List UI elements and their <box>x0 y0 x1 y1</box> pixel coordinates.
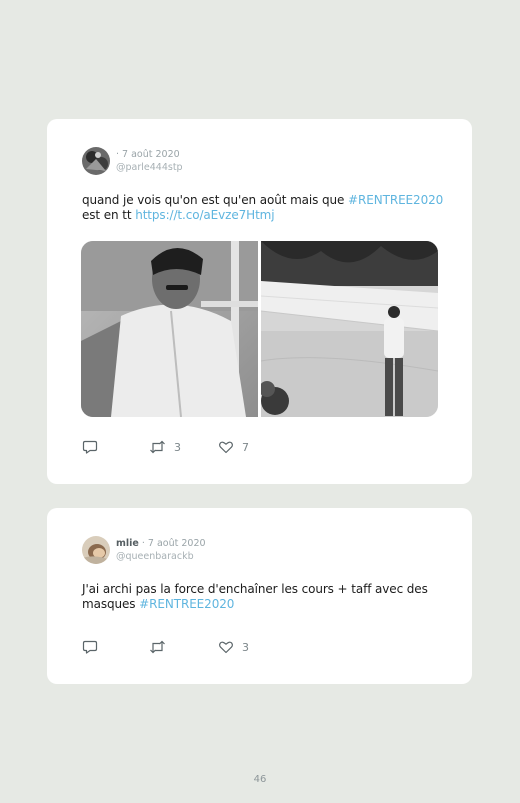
tweet-card: mlie · 7 août 2020 @queenbarackb J'ai ar… <box>47 508 472 684</box>
user-handle[interactable]: @queenbarackb <box>116 550 206 563</box>
heart-icon <box>219 441 233 454</box>
comment-icon <box>82 440 98 454</box>
media-image-standing[interactable] <box>261 241 438 417</box>
avatar[interactable] <box>82 147 110 175</box>
retweet-count: 3 <box>174 440 181 454</box>
tweet-text: J'ai archi pas la force d'enchaîner les … <box>82 582 428 611</box>
page-number: 46 <box>253 774 267 785</box>
reply-button[interactable] <box>82 439 98 455</box>
reply-button[interactable] <box>82 639 98 655</box>
url-link[interactable]: https://t.co/aEvze7Htmj <box>135 208 274 222</box>
like-count: 3 <box>242 640 249 654</box>
display-name[interactable]: mlie <box>116 538 139 549</box>
hashtag-link[interactable]: #RENTREE2020 <box>139 597 234 611</box>
like-button[interactable]: 3 <box>218 639 249 655</box>
retweet-icon <box>150 440 165 454</box>
retweet-icon <box>150 640 165 654</box>
tweet-media <box>81 241 438 417</box>
tweet-text: quand je vois qu'on est qu'en août mais … <box>82 193 444 222</box>
tweet-date: · 7 août 2020 <box>138 538 206 549</box>
avatar[interactable] <box>82 536 110 564</box>
retweet-button[interactable]: 3 <box>149 439 181 455</box>
tweet-date: · 7 août 2020 <box>116 149 180 160</box>
retweet-button[interactable] <box>149 639 174 655</box>
like-button[interactable]: 7 <box>218 439 249 455</box>
tweet-card: · 7 août 2020 @parle444stp quand je vois… <box>47 119 472 484</box>
media-image-sitting[interactable] <box>81 241 258 417</box>
comment-icon <box>82 640 98 654</box>
like-count: 7 <box>242 440 249 454</box>
user-handle[interactable]: @parle444stp <box>116 161 183 174</box>
hashtag-link[interactable]: #RENTREE2020 <box>348 193 443 207</box>
heart-icon <box>219 641 233 654</box>
